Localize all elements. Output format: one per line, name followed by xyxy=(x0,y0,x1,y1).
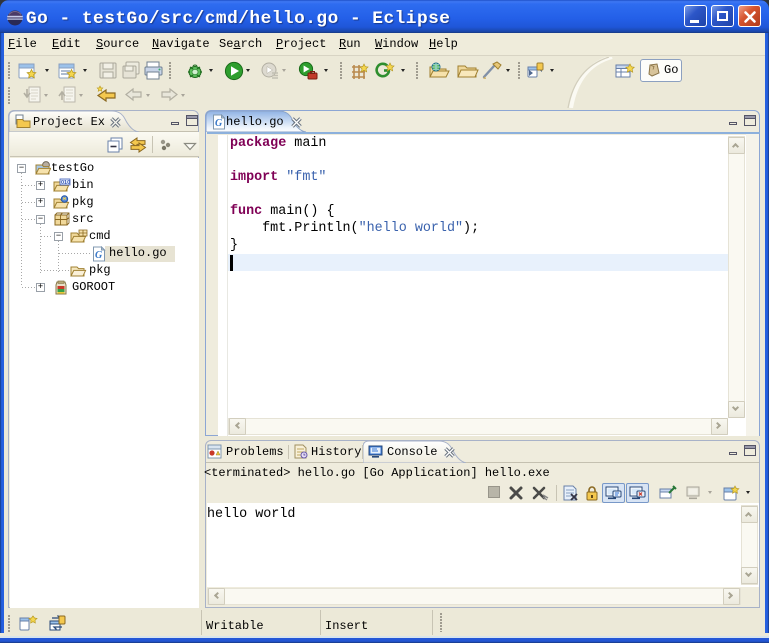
svg-text:010: 010 xyxy=(61,180,70,186)
svg-text:G: G xyxy=(215,118,223,129)
svg-text:G: G xyxy=(95,250,103,261)
